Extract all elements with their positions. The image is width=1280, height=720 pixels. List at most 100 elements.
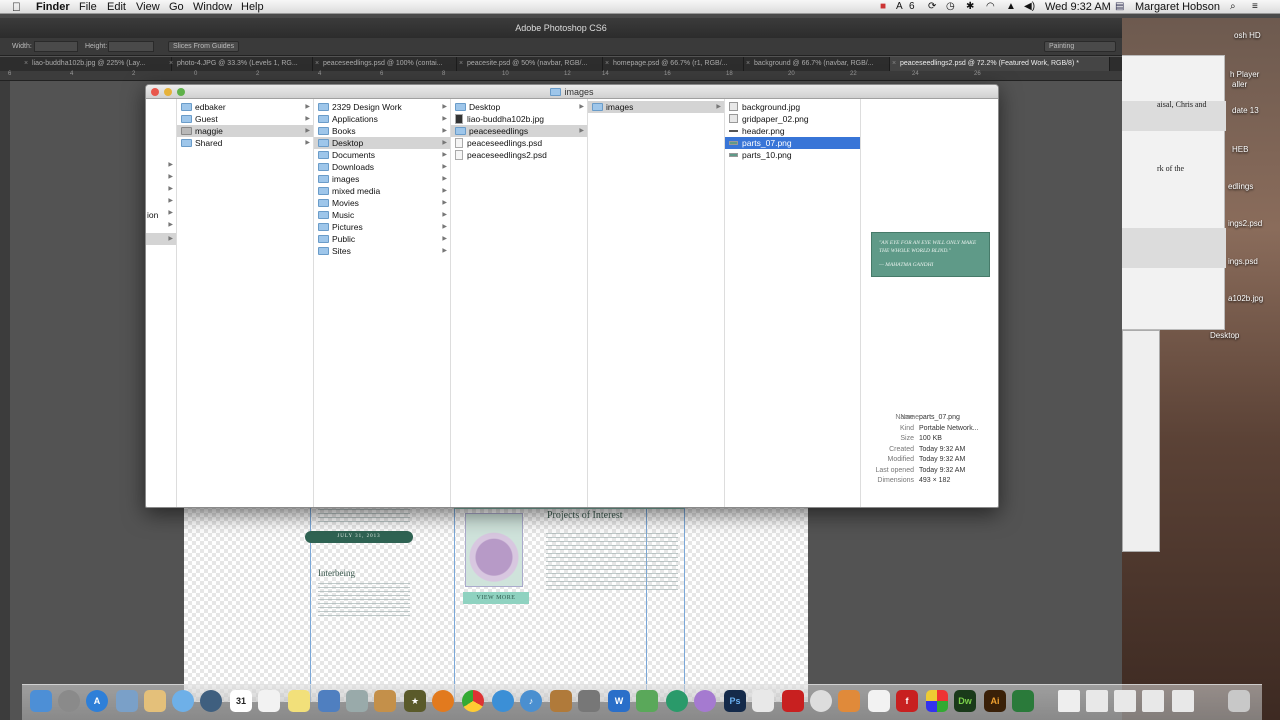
desktop-label[interactable]: date 13 xyxy=(1232,106,1259,115)
close-icon[interactable]: × xyxy=(315,57,319,71)
time-machine-icon[interactable]: ◷ xyxy=(946,0,955,14)
photoshop-icon[interactable]: Ps xyxy=(724,690,746,712)
word-icon[interactable]: W xyxy=(608,690,630,712)
desktop-label[interactable]: osh HD xyxy=(1234,31,1261,40)
list-item[interactable]: Movies ▶ xyxy=(314,197,450,209)
status-count[interactable]: 6 xyxy=(909,0,915,14)
status-icon[interactable]: A xyxy=(896,0,903,14)
folder-icon[interactable] xyxy=(1058,690,1080,712)
close-icon[interactable]: × xyxy=(24,57,28,71)
list-item-selected[interactable]: Desktop ▶ xyxy=(314,137,450,149)
slices-from-guides-button[interactable]: Slices From Guides xyxy=(168,41,240,52)
list-item[interactable]: Pictures ▶ xyxy=(314,221,450,233)
menu-edit[interactable]: Edit xyxy=(107,0,126,14)
pen-icon[interactable] xyxy=(838,690,860,712)
menu-go[interactable]: Go xyxy=(169,0,184,14)
list-item-selected[interactable]: peaceseedlings ▶ xyxy=(451,125,587,137)
acrobat-icon[interactable] xyxy=(782,690,804,712)
document-tab[interactable]: × peaceseedlings.psd @ 100% (contai... xyxy=(313,57,457,71)
menu-view[interactable]: View xyxy=(136,0,160,14)
workspace-select[interactable]: Painting xyxy=(1044,41,1116,52)
app-store-icon[interactable]: A xyxy=(86,690,108,712)
bluetooth-icon[interactable]: ✱ xyxy=(966,0,974,14)
finder-title-bar[interactable]: images xyxy=(146,85,998,99)
list-item[interactable]: Shared ▶ xyxy=(177,137,313,149)
list-item[interactable]: gridpaper_02.png xyxy=(725,113,860,125)
menu-clock[interactable]: Wed 9:32 AM xyxy=(1045,0,1111,14)
eject-icon[interactable]: ▲ xyxy=(1006,0,1016,14)
close-icon[interactable]: × xyxy=(746,57,750,71)
launchpad-icon[interactable] xyxy=(58,690,80,712)
document-tab[interactable]: × liao-buddha102b.jpg @ 225% (Lay... xyxy=(22,57,172,71)
document-tab[interactable]: × homepage.psd @ 66.7% (r1, RGB/... xyxy=(603,57,744,71)
window4-icon[interactable] xyxy=(1172,690,1194,712)
sync-icon[interactable]: ⟳ xyxy=(928,0,936,14)
illustrator-icon[interactable]: Ai xyxy=(984,690,1006,712)
width-field[interactable] xyxy=(34,41,78,52)
zoom-button[interactable] xyxy=(177,88,185,96)
list-item[interactable]: Applications ▶ xyxy=(314,113,450,125)
window2-icon[interactable] xyxy=(1114,690,1136,712)
globe-icon[interactable] xyxy=(666,690,688,712)
list-item[interactable]: liao-buddha102b.jpg xyxy=(451,113,587,125)
desktop-label[interactable]: HEB xyxy=(1232,145,1248,154)
grid-icon[interactable] xyxy=(926,690,948,712)
close-icon[interactable]: × xyxy=(892,57,896,71)
menu-app-name[interactable]: Finder xyxy=(36,0,70,14)
chrome-icon[interactable] xyxy=(462,690,484,712)
list-item[interactable]: Public ▶ xyxy=(314,233,450,245)
purple-icon[interactable] xyxy=(694,690,716,712)
chess-icon[interactable]: ★ xyxy=(404,690,426,712)
desktop-label[interactable]: ings2.psd xyxy=(1228,219,1262,228)
list-item[interactable]: Desktop ▶ xyxy=(451,101,587,113)
menu-help[interactable]: Help xyxy=(241,0,264,14)
desktop-label[interactable]: a102b.jpg xyxy=(1228,294,1263,303)
firefox-icon[interactable] xyxy=(432,690,454,712)
menu-window[interactable]: Window xyxy=(193,0,232,14)
list-item[interactable]: header.png xyxy=(725,125,860,137)
list-item[interactable]: parts_10.png xyxy=(725,149,860,161)
spotlight-icon[interactable]: ⌕ xyxy=(1230,0,1236,14)
safari-icon[interactable] xyxy=(492,690,514,712)
itunes-icon[interactable] xyxy=(200,690,222,712)
list-item[interactable]: peaceseedlings.psd xyxy=(451,137,587,149)
notifications-icon[interactable]: ≡ xyxy=(1252,0,1258,14)
document-tab[interactable]: × photo-4.JPG @ 33.3% (Levels 1, RG... xyxy=(167,57,313,71)
close-button[interactable] xyxy=(151,88,159,96)
script-icon[interactable] xyxy=(346,690,368,712)
photos-icon[interactable] xyxy=(318,690,340,712)
pdf-icon[interactable] xyxy=(868,690,890,712)
window3-icon[interactable] xyxy=(1142,690,1164,712)
list-item[interactable]: edbaker ▶ xyxy=(177,101,313,113)
gear-icon[interactable] xyxy=(810,690,832,712)
record-icon[interactable]: ■ xyxy=(880,0,886,14)
volume-icon[interactable]: ◀) xyxy=(1024,0,1035,14)
calendar-icon[interactable]: 31 xyxy=(230,690,252,712)
minimize-button[interactable] xyxy=(164,88,172,96)
desktop-label[interactable]: Desktop xyxy=(1210,331,1239,340)
textedit-icon[interactable] xyxy=(258,690,280,712)
flag-icon[interactable]: ▤ xyxy=(1115,0,1124,14)
list-item[interactable]: Sites ▶ xyxy=(314,245,450,257)
list-item[interactable]: Music ▶ xyxy=(314,209,450,221)
flash-icon[interactable]: f xyxy=(896,690,918,712)
excel-icon[interactable] xyxy=(1012,690,1034,712)
list-item-selected[interactable]: parts_07.png xyxy=(725,137,860,149)
list-item[interactable]: background.jpg xyxy=(725,101,860,113)
document-icon[interactable] xyxy=(752,690,774,712)
list-item[interactable]: Documents ▶ xyxy=(314,149,450,161)
desktop-label[interactable]: h Player xyxy=(1230,70,1259,79)
list-item[interactable]: mixed media ▶ xyxy=(314,185,450,197)
close-icon[interactable]: × xyxy=(169,57,173,71)
document-canvas[interactable]: JULY 31, 2013 Interbeing Projects of Int… xyxy=(184,489,808,702)
list-item[interactable]: images ▶ xyxy=(314,173,450,185)
window1-icon[interactable] xyxy=(1086,690,1108,712)
list-item[interactable]: Downloads ▶ xyxy=(314,161,450,173)
finder-icon[interactable] xyxy=(30,690,52,712)
guitar-icon[interactable] xyxy=(550,690,572,712)
desktop-label[interactable]: aller xyxy=(1232,80,1247,89)
document-tab-active[interactable]: × peaceseedlings2.psd @ 72.2% (Featured W… xyxy=(890,57,1110,71)
dreamweaver-icon[interactable]: Dw xyxy=(954,690,976,712)
utility-icon[interactable] xyxy=(578,690,600,712)
apple-icon[interactable]:  xyxy=(12,0,21,14)
